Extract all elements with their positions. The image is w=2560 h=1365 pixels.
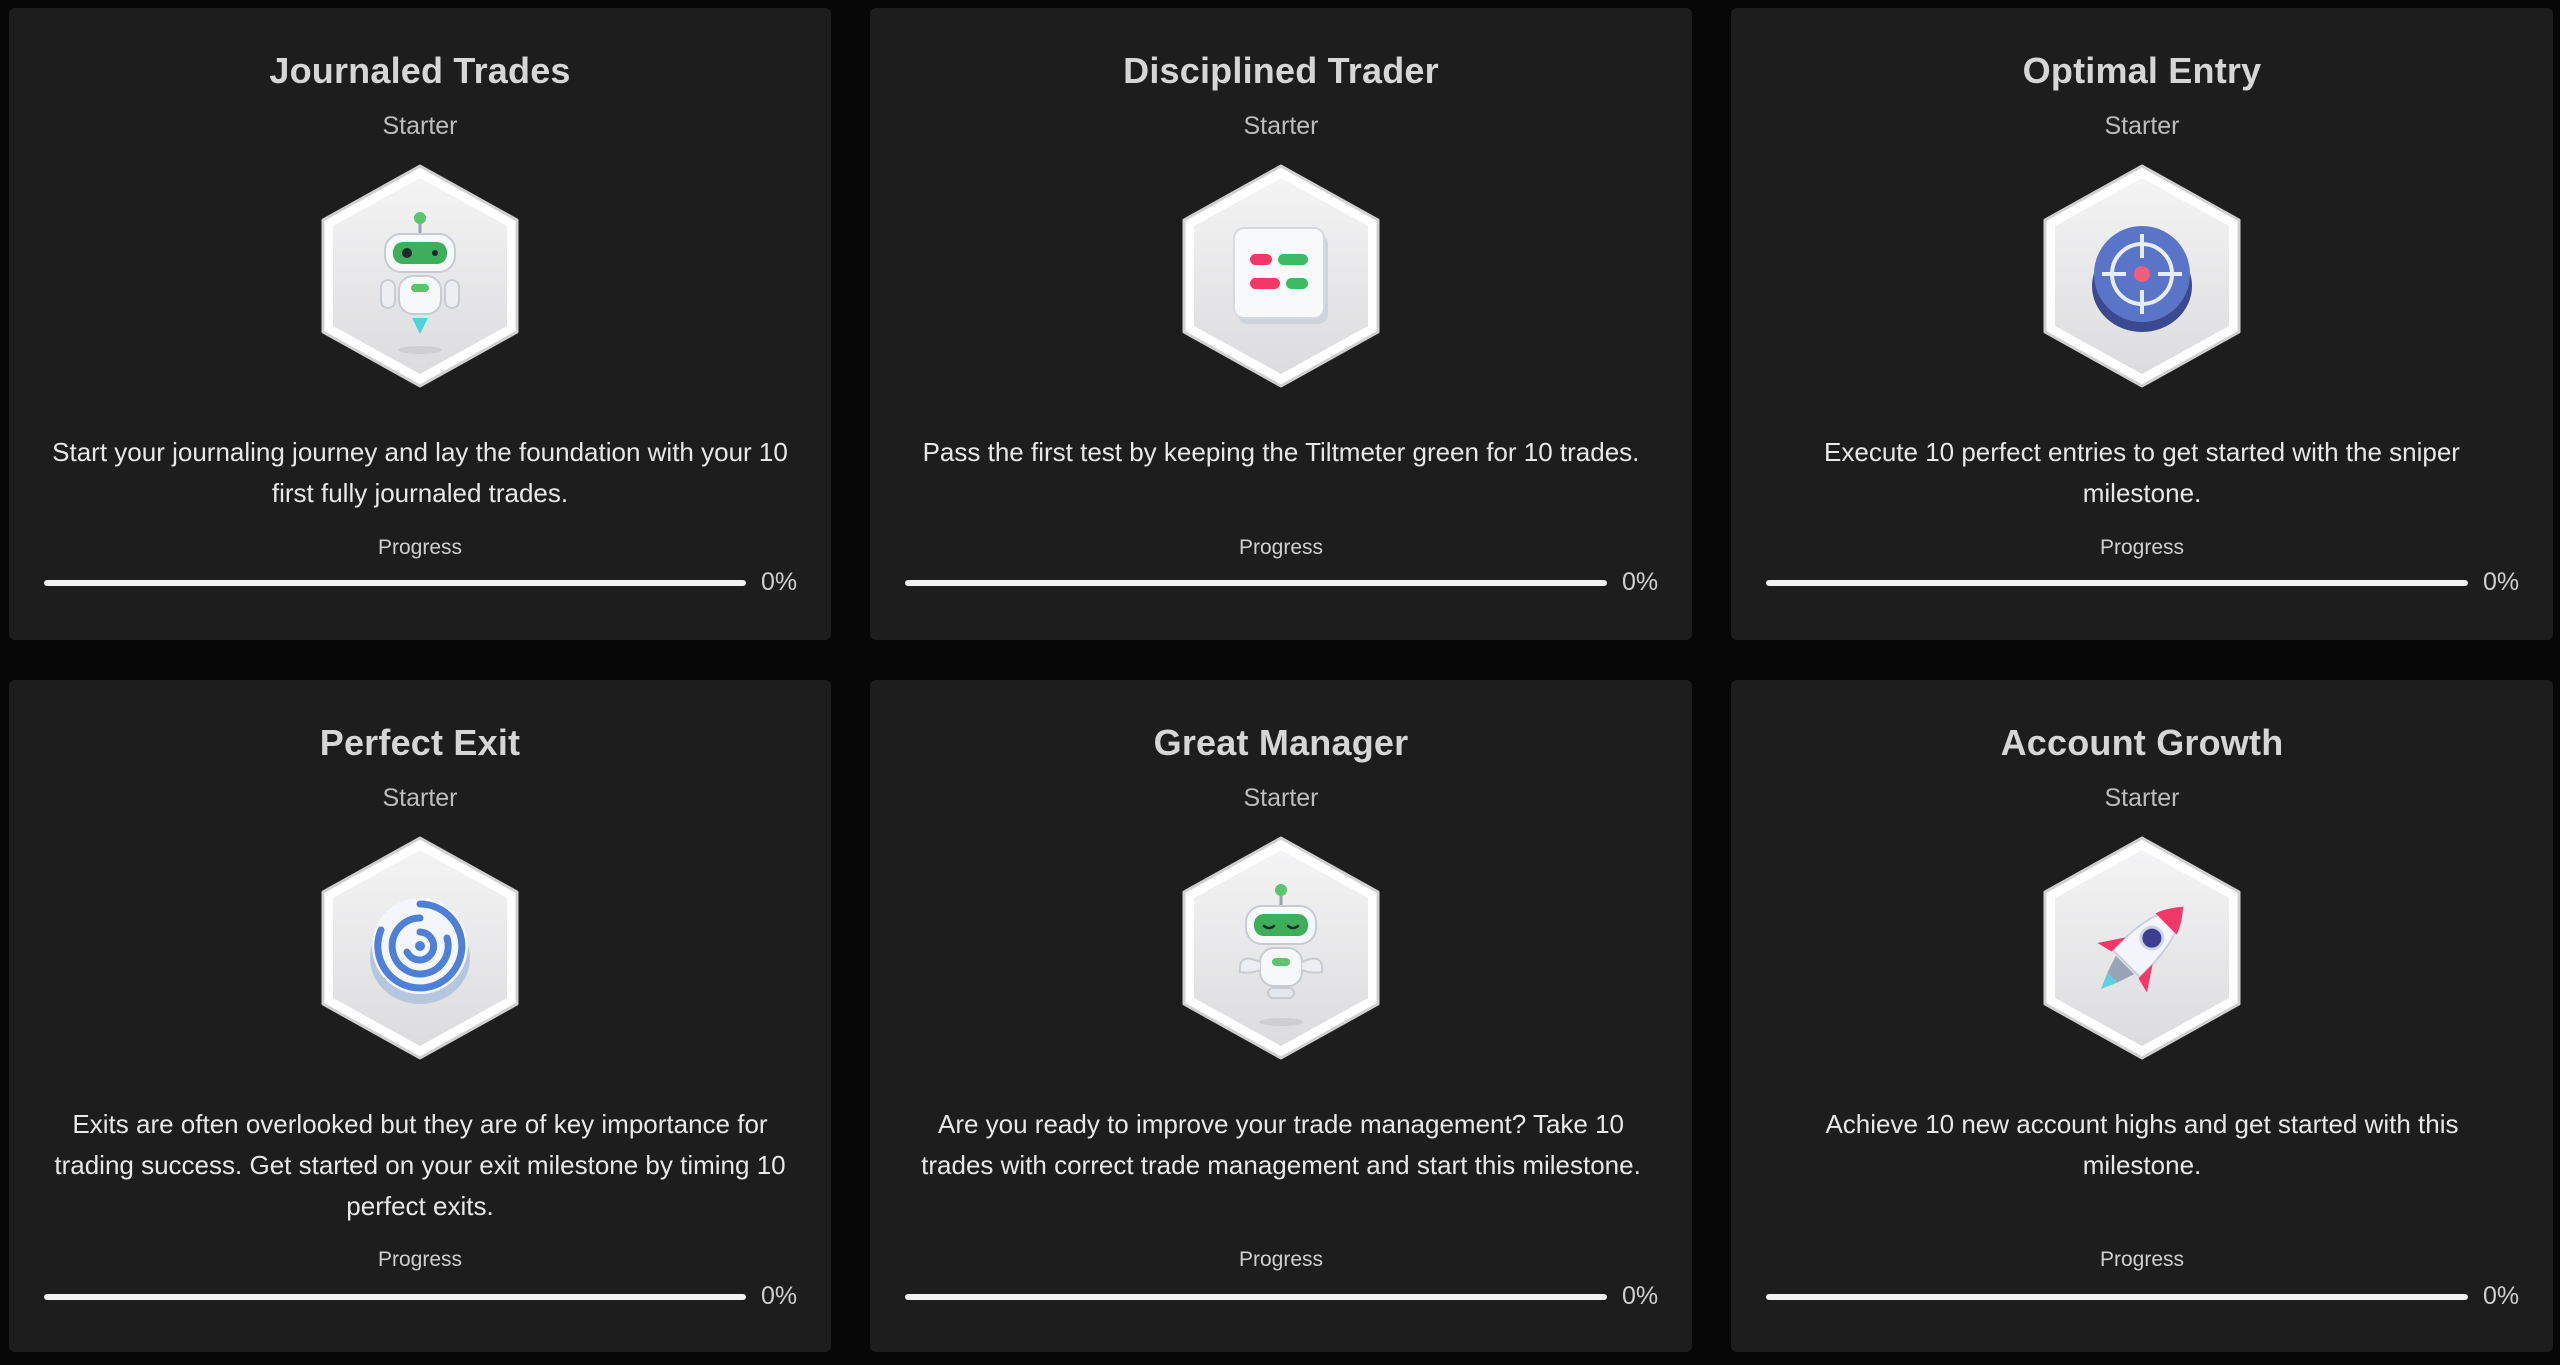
progress-bar bbox=[1766, 1294, 2468, 1300]
progress-bar bbox=[1766, 580, 2468, 586]
milestone-description: Start your journaling journey and lay th… bbox=[52, 437, 788, 508]
progress-bar bbox=[44, 580, 746, 586]
milestone-card-journaled-trades[interactable]: Journaled Trades Starter Start your jour… bbox=[9, 8, 831, 640]
progress-label: Progress bbox=[2099, 1248, 2185, 1271]
progress-label: Progress bbox=[1238, 536, 1324, 559]
milestone-title: Great Manager bbox=[1153, 722, 1409, 763]
progress-percent: 0% bbox=[2483, 568, 2520, 596]
progress-bar bbox=[44, 1294, 746, 1300]
milestone-description: Execute 10 perfect entries to get starte… bbox=[1824, 437, 2460, 508]
milestones-grid: Journaled Trades Starter Start your jour… bbox=[0, 0, 2560, 1365]
milestone-card-optimal-entry[interactable]: Optimal Entry Starter Execute 10 perfect… bbox=[1731, 8, 2553, 640]
milestone-title: Disciplined Trader bbox=[1123, 50, 1439, 91]
progress-bar bbox=[905, 580, 1607, 586]
milestone-tier: Starter bbox=[1243, 112, 1319, 140]
milestone-description: Pass the first test by keeping the Tiltm… bbox=[922, 437, 1640, 467]
progress-bar bbox=[905, 1294, 1607, 1300]
milestone-title: Journaled Trades bbox=[269, 50, 571, 91]
crosshair-target-icon bbox=[2043, 164, 2241, 388]
progress-label: Progress bbox=[2099, 536, 2185, 559]
milestone-tier: Starter bbox=[1243, 784, 1319, 812]
progress-label: Progress bbox=[377, 1248, 463, 1271]
progress-percent: 0% bbox=[1622, 568, 1659, 596]
tiltmeter-icon bbox=[1182, 164, 1380, 388]
milestone-title: Account Growth bbox=[2000, 722, 2284, 763]
milestone-card-perfect-exit[interactable]: Perfect Exit Starter Exits are often ove… bbox=[9, 680, 831, 1352]
maze-icon bbox=[321, 836, 519, 1060]
progress-label: Progress bbox=[377, 536, 463, 559]
progress-percent: 0% bbox=[2483, 1282, 2520, 1310]
milestone-description: Are you ready to improve your trade mana… bbox=[921, 1109, 1641, 1180]
progress-percent: 0% bbox=[761, 1282, 798, 1310]
rocket-icon bbox=[2043, 836, 2241, 1060]
milestone-description: Achieve 10 new account highs and get sta… bbox=[1825, 1109, 2459, 1180]
milestone-title: Perfect Exit bbox=[319, 722, 521, 763]
milestone-card-account-growth[interactable]: Account Growth Starter Achieve 10 new ac… bbox=[1731, 680, 2553, 1352]
milestone-tier: Starter bbox=[382, 784, 458, 812]
milestone-card-disciplined-trader[interactable]: Disciplined Trader Starter Pass the firs… bbox=[870, 8, 1692, 640]
milestone-title: Optimal Entry bbox=[2022, 50, 2262, 91]
robot-icon bbox=[321, 164, 519, 388]
milestone-card-great-manager[interactable]: Great Manager Starter Are you ready to i… bbox=[870, 680, 1692, 1352]
milestone-tier: Starter bbox=[2104, 784, 2180, 812]
progress-percent: 0% bbox=[761, 568, 798, 596]
milestone-tier: Starter bbox=[382, 112, 458, 140]
milestone-tier: Starter bbox=[2104, 112, 2180, 140]
progress-percent: 0% bbox=[1622, 1282, 1659, 1310]
progress-label: Progress bbox=[1238, 1248, 1324, 1271]
robot-manager-icon bbox=[1182, 836, 1380, 1060]
milestone-description: Exits are often overlooked but they are … bbox=[54, 1109, 786, 1221]
